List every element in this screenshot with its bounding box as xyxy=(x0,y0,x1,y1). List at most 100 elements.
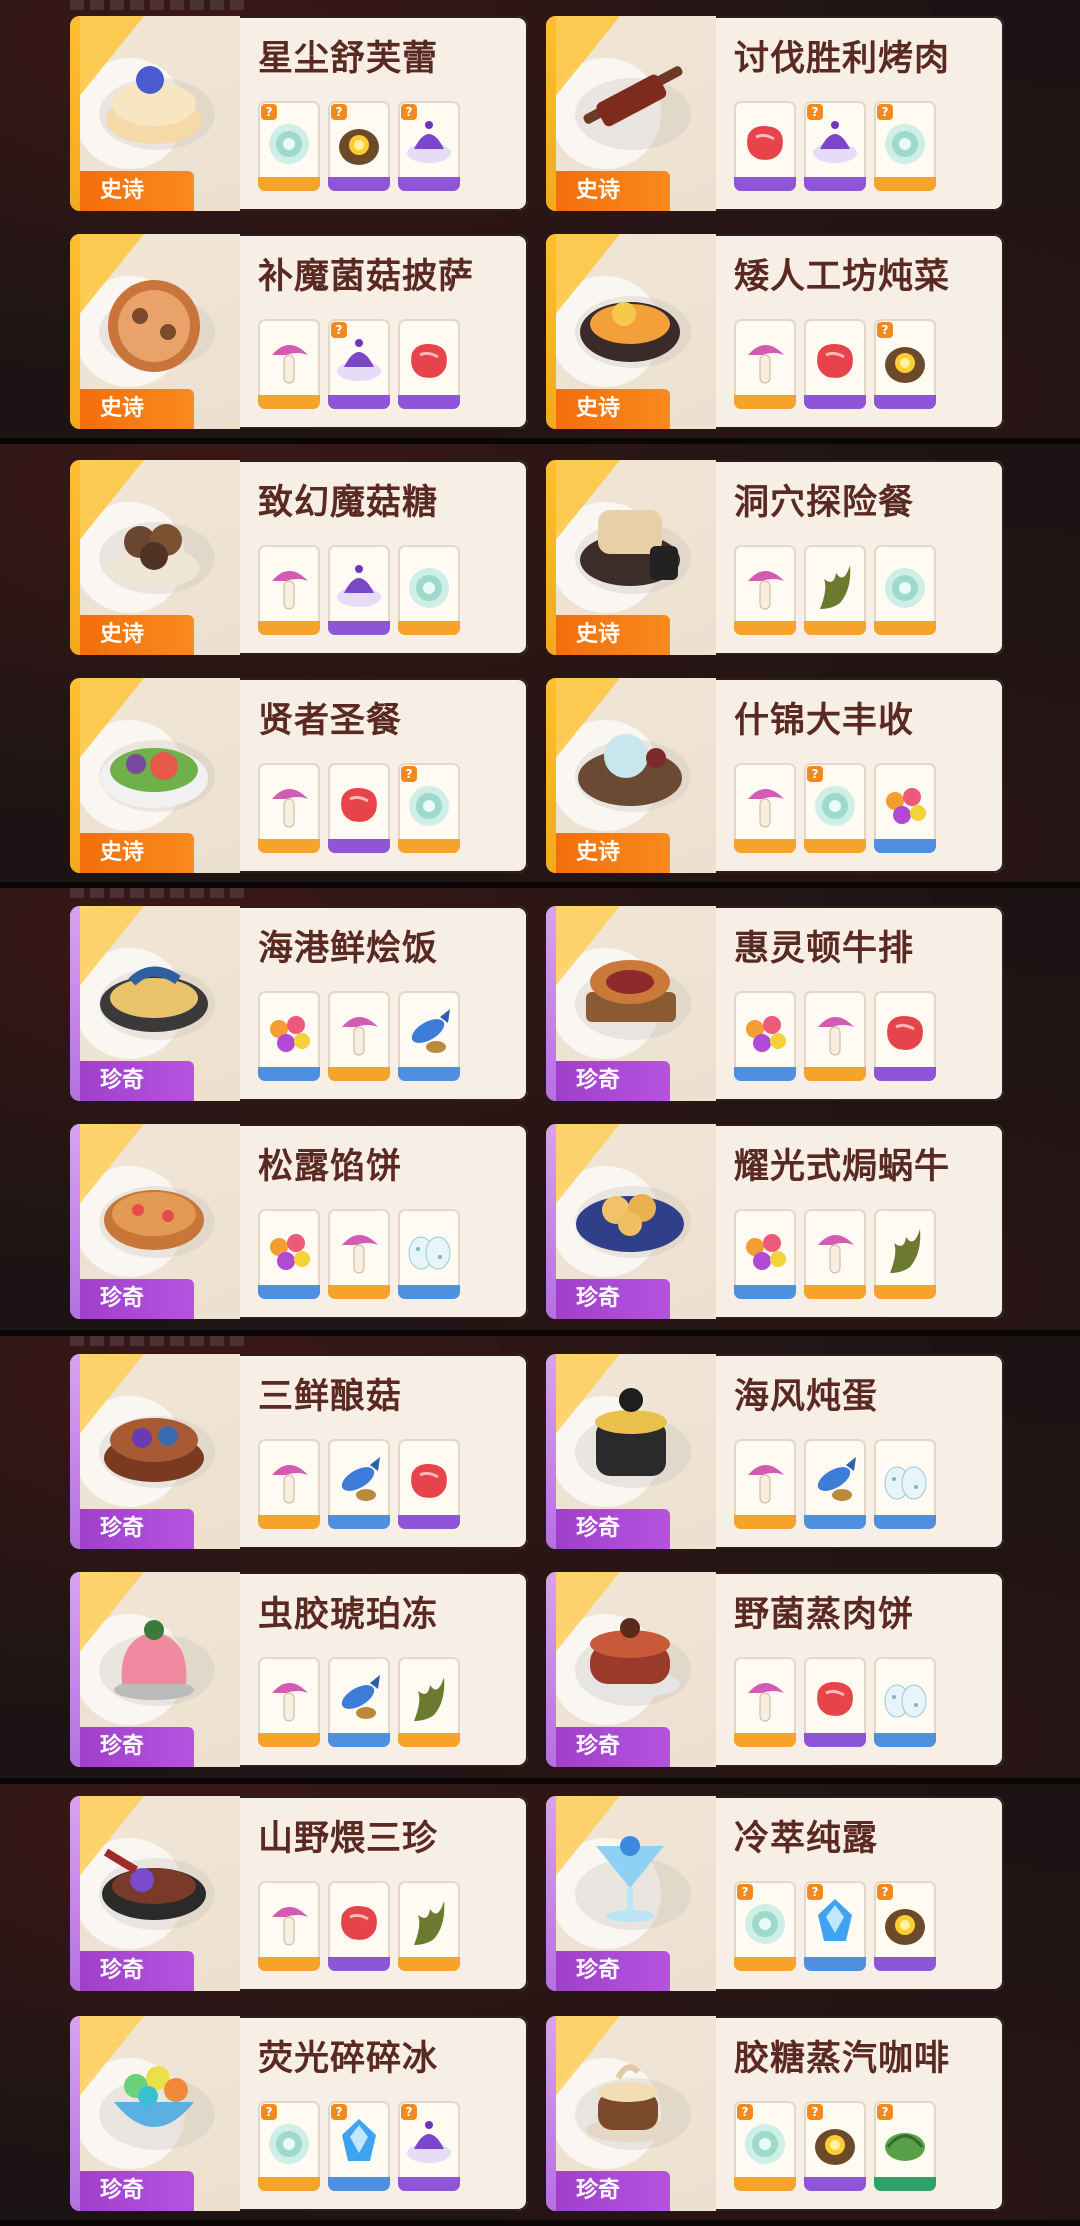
ingredient-slot[interactable] xyxy=(258,1209,320,1299)
ingredient-slot[interactable] xyxy=(804,1657,866,1747)
ingredient-slot[interactable]: ? xyxy=(874,1881,936,1971)
mushroom-icon xyxy=(272,1907,308,1946)
mushroom-icon xyxy=(272,345,308,384)
recipe-card[interactable]: 冷萃纯露??? 珍奇 xyxy=(546,1796,1004,1991)
ingredient-slot[interactable] xyxy=(398,319,460,409)
ingredient-slot[interactable] xyxy=(874,763,936,853)
ingredient-slot[interactable]: ? xyxy=(734,1881,796,1971)
ingredient-slot[interactable] xyxy=(398,1209,460,1299)
recipe-card[interactable]: 补魔菌菇披萨? 史诗 xyxy=(70,234,528,429)
ingredient-slot[interactable] xyxy=(804,1209,866,1299)
recipe-card[interactable]: 耀光式焗蜗牛 珍奇 xyxy=(546,1124,1004,1319)
ingredient-slot[interactable]: ? xyxy=(804,101,866,191)
recipe-card[interactable]: 松露馅饼 珍奇 xyxy=(70,1124,528,1319)
unknown-marker: ? xyxy=(877,1884,893,1900)
ingredient-slot[interactable] xyxy=(258,1439,320,1529)
ingredient-slot[interactable]: ? xyxy=(258,101,320,191)
recipe-card[interactable]: 海风炖蛋 珍奇 xyxy=(546,1354,1004,1549)
ingredient-slot[interactable] xyxy=(258,319,320,409)
ingredient-slot[interactable] xyxy=(398,545,460,635)
recipe-card[interactable]: 矮人工坊炖菜? 史诗 xyxy=(546,234,1004,429)
rarity-badge: 史诗 xyxy=(546,171,670,211)
recipe-card[interactable]: 海港鲜烩饭 珍奇 xyxy=(70,906,528,1101)
ingredient-slot[interactable] xyxy=(328,763,390,853)
recipe-card[interactable]: 洞穴探险餐 史诗 xyxy=(546,460,1004,655)
ingredient-tier-strip xyxy=(804,2177,866,2191)
recipe-card[interactable]: 胶糖蒸汽咖啡??? 珍奇 xyxy=(546,2016,1004,2211)
ingredient-slot[interactable] xyxy=(874,1209,936,1299)
ingredient-slot[interactable] xyxy=(874,1439,936,1529)
ingredient-slot[interactable] xyxy=(734,545,796,635)
ingredient-slot[interactable]: ? xyxy=(804,763,866,853)
ingredient-slot[interactable]: ? xyxy=(398,2101,460,2191)
ingredient-slot[interactable]: ? xyxy=(398,101,460,191)
ingredient-slot[interactable]: ? xyxy=(874,101,936,191)
ingredient-slot[interactable] xyxy=(328,1657,390,1747)
ingredient-slot[interactable] xyxy=(734,101,796,191)
ingredient-slot[interactable] xyxy=(398,1439,460,1529)
recipe-card[interactable]: 三鲜酿菇 珍奇 xyxy=(70,1354,528,1549)
ingredient-slot[interactable] xyxy=(328,545,390,635)
ingredient-slot[interactable]: ? xyxy=(328,319,390,409)
ingredient-slot[interactable]: ? xyxy=(804,2101,866,2191)
ingredient-slot[interactable] xyxy=(874,1657,936,1747)
recipe-card[interactable]: 星尘舒芙蕾??? 史诗 xyxy=(70,16,528,211)
ingredient-slot[interactable] xyxy=(804,991,866,1081)
ingredient-slot[interactable] xyxy=(328,1209,390,1299)
ingredient-tier-strip xyxy=(734,1067,796,1081)
ingredient-slot[interactable] xyxy=(258,1881,320,1971)
ingredient-list xyxy=(258,1439,460,1529)
ingredient-slot[interactable] xyxy=(734,319,796,409)
recipe-card[interactable]: 野菌蒸肉饼 珍奇 xyxy=(546,1572,1004,1767)
ingredient-slot[interactable] xyxy=(734,1439,796,1529)
ingredient-slot[interactable] xyxy=(874,991,936,1081)
ingredient-slot[interactable] xyxy=(258,1657,320,1747)
recipe-card[interactable]: 讨伐胜利烤肉?? 史诗 xyxy=(546,16,1004,211)
ingredient-slot[interactable] xyxy=(328,1881,390,1971)
ingredient-slot[interactable]: ? xyxy=(874,319,936,409)
ingredient-slot[interactable] xyxy=(328,991,390,1081)
recipe-name: 致幻魔菇糖 xyxy=(258,482,439,523)
ingredient-slot[interactable] xyxy=(734,1657,796,1747)
steak-icon xyxy=(341,1906,377,1940)
recipe-card[interactable]: 致幻魔菇糖 史诗 xyxy=(70,460,528,655)
ingredient-slot[interactable] xyxy=(804,319,866,409)
recipe-card[interactable]: 荧光碎碎冰??? 珍奇 xyxy=(70,2016,528,2211)
ingredient-slot[interactable]: ? xyxy=(804,1881,866,1971)
coffee-icon xyxy=(568,2042,698,2162)
mushroom-icon xyxy=(748,1465,784,1504)
ingredient-list xyxy=(734,1439,936,1529)
ingredient-slot[interactable] xyxy=(398,991,460,1081)
recipe-card[interactable]: 贤者圣餐? 史诗 xyxy=(70,678,528,873)
ingredient-slot[interactable] xyxy=(734,763,796,853)
recipe-card[interactable]: 山野煨三珍 珍奇 xyxy=(70,1796,528,1991)
ingredient-slot[interactable]: ? xyxy=(734,2101,796,2191)
ingredient-slot[interactable]: ? xyxy=(328,101,390,191)
ingredient-tier-strip xyxy=(804,1515,866,1529)
recipe-name: 松露馅饼 xyxy=(258,1146,403,1187)
unknown-marker: ? xyxy=(737,2104,753,2120)
ingredient-slot[interactable]: ? xyxy=(874,2101,936,2191)
mushroom-icon xyxy=(818,1235,854,1274)
ingredient-tier-strip xyxy=(874,621,936,635)
cabbage-icon xyxy=(745,2124,785,2164)
ingredient-slot[interactable] xyxy=(874,545,936,635)
recipe-card[interactable]: 什锦大丰收? 史诗 xyxy=(546,678,1004,873)
ingredient-slot[interactable] xyxy=(398,1657,460,1747)
recipe-card[interactable]: 虫胶琥珀冻 珍奇 xyxy=(70,1572,528,1767)
ingredient-slot[interactable]: ? xyxy=(328,2101,390,2191)
ingredient-slot[interactable] xyxy=(804,545,866,635)
ingredient-slot[interactable]: ? xyxy=(398,763,460,853)
ingredient-slot[interactable] xyxy=(328,1439,390,1529)
ingredient-slot[interactable] xyxy=(398,1881,460,1971)
ingredient-tier-strip xyxy=(398,1957,460,1971)
ingredient-slot[interactable] xyxy=(258,763,320,853)
ingredient-slot[interactable] xyxy=(804,1439,866,1529)
ingredient-slot[interactable]: ? xyxy=(258,2101,320,2191)
ingredient-slot[interactable] xyxy=(734,1209,796,1299)
ingredient-slot[interactable] xyxy=(258,991,320,1081)
recipe-card[interactable]: 惠灵顿牛排 珍奇 xyxy=(546,906,1004,1101)
ingredient-slot[interactable] xyxy=(734,991,796,1081)
ingredient-slot[interactable] xyxy=(258,545,320,635)
recipe-name: 星尘舒芙蕾 xyxy=(258,38,439,79)
